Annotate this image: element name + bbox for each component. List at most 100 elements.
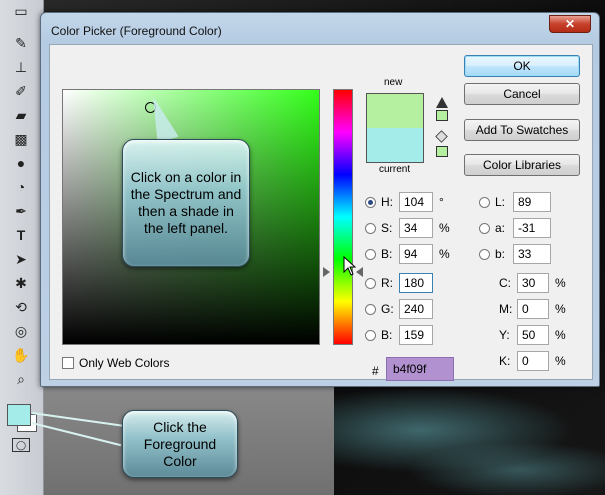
a-channel-input[interactable]: -31 xyxy=(513,218,551,238)
hue-slider[interactable] xyxy=(333,89,353,345)
black-label: K: xyxy=(499,354,511,368)
hex-hash-label: # xyxy=(372,364,379,378)
foreground-color-swatch[interactable] xyxy=(7,404,31,426)
yellow-label: Y: xyxy=(499,328,510,342)
current-color-swatch[interactable] xyxy=(366,128,424,163)
lightness-input[interactable]: 89 xyxy=(513,192,551,212)
hex-input[interactable]: b4f09f xyxy=(386,357,454,381)
color-libraries-button[interactable]: Color Libraries xyxy=(464,154,580,176)
a-channel-label: a: xyxy=(495,221,506,235)
cyan-input[interactable]: 30 xyxy=(517,273,549,293)
blue-row: B: 159 xyxy=(365,324,433,346)
mouse-cursor-icon xyxy=(343,256,357,276)
gamut-warning-icon[interactable] xyxy=(436,97,448,108)
hue-radio[interactable] xyxy=(365,196,376,208)
yellow-input[interactable]: 50 xyxy=(517,325,549,345)
zoom-icon[interactable]: ⌕ xyxy=(8,368,34,390)
magenta-row: M: 0 % xyxy=(499,298,566,320)
brightness-unit: % xyxy=(439,247,450,261)
new-color-label: new xyxy=(384,77,403,88)
shape-icon[interactable]: ✱ xyxy=(8,272,34,294)
dialog-title: Color Picker (Foreground Color) xyxy=(51,24,222,38)
only-web-colors-checkbox[interactable] xyxy=(62,357,74,369)
saturation-radio[interactable] xyxy=(365,222,376,234)
hue-row: H: 104 ° xyxy=(365,191,444,213)
b-channel-radio[interactable] xyxy=(479,248,490,260)
red-input[interactable]: 180 xyxy=(399,273,433,293)
hand-icon[interactable]: ✋ xyxy=(8,344,34,366)
a-channel-row: a: -31 xyxy=(479,217,551,239)
type-icon[interactable]: T xyxy=(8,224,34,246)
new-color-swatch xyxy=(366,93,424,128)
lightness-label: L: xyxy=(495,195,506,209)
hue-input[interactable]: 104 xyxy=(399,192,433,212)
blur-icon[interactable]: ● xyxy=(8,152,34,174)
magenta-unit: % xyxy=(555,302,566,316)
ok-button[interactable]: OK xyxy=(464,55,580,77)
path-select-icon[interactable]: ➤ xyxy=(8,248,34,270)
b-channel-input[interactable]: 33 xyxy=(513,244,551,264)
blue-radio[interactable] xyxy=(365,329,376,341)
brush-icon[interactable]: ✎ xyxy=(8,32,34,54)
saturation-row: S: 34 % xyxy=(365,217,450,239)
green-radio[interactable] xyxy=(365,303,376,315)
a-channel-radio[interactable] xyxy=(479,222,490,234)
brightness-label: B: xyxy=(381,247,393,261)
yellow-row: Y: 50 % xyxy=(499,324,566,346)
blue-label: B: xyxy=(381,328,393,342)
magenta-input[interactable]: 0 xyxy=(517,299,549,319)
brightness-radio[interactable] xyxy=(365,248,376,260)
lightness-radio[interactable] xyxy=(479,196,490,208)
hue-label: H: xyxy=(381,195,393,209)
b-channel-label: b: xyxy=(495,247,506,261)
blue-input[interactable]: 159 xyxy=(399,325,433,345)
saturation-unit: % xyxy=(439,221,450,235)
3d-orbit-icon[interactable]: ◎ xyxy=(8,320,34,342)
spectrum-callout: Click on a color in the Spectrum and the… xyxy=(122,139,250,267)
saturation-input[interactable]: 34 xyxy=(399,218,433,238)
only-web-colors-option[interactable]: Only Web Colors xyxy=(62,356,169,370)
close-button[interactable]: ✕ xyxy=(549,15,591,33)
green-input[interactable]: 240 xyxy=(399,299,433,319)
gamut-warning-swatch[interactable] xyxy=(436,110,448,121)
cyan-label: C: xyxy=(499,276,511,290)
hue-unit: ° xyxy=(439,195,444,209)
black-input[interactable]: 0 xyxy=(517,351,549,371)
web-safe-cube-icon[interactable] xyxy=(435,130,448,143)
history-brush-icon[interactable]: ✐ xyxy=(8,80,34,102)
magenta-label: M: xyxy=(499,302,513,316)
cyan-unit: % xyxy=(555,276,566,290)
green-label: G: xyxy=(381,302,394,316)
current-color-label: current xyxy=(379,164,411,175)
only-web-colors-label: Only Web Colors xyxy=(79,356,170,370)
saturation-label: S: xyxy=(381,221,393,235)
add-to-swatches-button[interactable]: Add To Swatches xyxy=(464,119,580,141)
tools-panel: ▭ ✎ ⊥ ✐ ▰ ▩ ● ◔ ✒ T ➤ ✱ ⟲ ◎ ✋ ⌕ ◯ xyxy=(0,0,44,495)
b-channel-row: b: 33 xyxy=(479,243,551,265)
web-safe-swatch[interactable] xyxy=(436,146,448,157)
red-radio[interactable] xyxy=(365,277,376,289)
green-row: G: 240 xyxy=(365,298,433,320)
black-row: K: 0 % xyxy=(499,350,566,372)
red-label: R: xyxy=(381,276,393,290)
brightness-row: B: 94 % xyxy=(365,243,450,265)
brightness-input[interactable]: 94 xyxy=(399,244,433,264)
eraser-icon[interactable]: ▰ xyxy=(8,104,34,126)
dodge-icon[interactable]: ◔ xyxy=(8,176,34,198)
gradient-icon[interactable]: ▩ xyxy=(8,128,34,150)
stamp-icon[interactable]: ⊥ xyxy=(8,56,34,78)
hue-slider-left-arrow[interactable] xyxy=(323,267,330,277)
cyan-row: C: 30 % xyxy=(499,272,566,294)
lightness-row: L: 89 xyxy=(479,191,551,213)
red-row: R: 180 xyxy=(365,272,433,294)
3d-rotate-icon[interactable]: ⟲ xyxy=(8,296,34,318)
yellow-unit: % xyxy=(555,328,566,342)
marquee-icon[interactable]: ▭ xyxy=(8,0,34,22)
dialog-titlebar[interactable]: Color Picker (Foreground Color) ✕ xyxy=(41,13,599,43)
black-unit: % xyxy=(555,354,566,368)
quick-mask-icon[interactable]: ◯ xyxy=(12,438,30,452)
foreground-callout: Click the Foreground Color xyxy=(122,410,238,478)
pen-icon[interactable]: ✒ xyxy=(8,200,34,222)
cancel-button[interactable]: Cancel xyxy=(464,83,580,105)
hue-slider-right-arrow[interactable] xyxy=(356,267,363,277)
